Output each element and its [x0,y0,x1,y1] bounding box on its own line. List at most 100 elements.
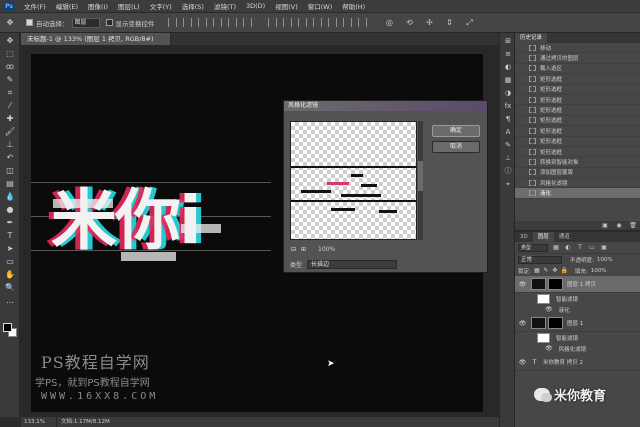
filter-adjustment-icon[interactable]: ◐ [564,244,572,251]
color-panel-icon[interactable]: ◐ [503,63,513,72]
gradient-icon[interactable]: ▤ [3,178,17,189]
tab-3d[interactable]: 3D [515,232,533,242]
3d-slide-icon[interactable]: ⇕ [445,18,455,28]
type-icon[interactable]: T [3,230,17,241]
history-item[interactable]: 矩形选框 [515,95,640,106]
layer-row[interactable]: 👁 图层 1 拷贝 [515,276,640,293]
blur-icon[interactable]: 💧 [3,191,17,202]
filter-eye-icon[interactable]: 👁 [545,306,553,313]
history-item[interactable]: 风格化滤镜 [515,178,640,189]
align-top-icon[interactable] [167,18,177,27]
history-item[interactable]: 矩形选框 [515,74,640,85]
foreground-color-swatch[interactable] [3,323,12,332]
menu-image[interactable]: 图像(I) [83,1,113,11]
history-item[interactable]: 矩形选框 [515,137,640,147]
opacity-value[interactable]: 100% [597,257,613,263]
camera-icon[interactable]: ◉ [615,222,623,229]
filter-pixel-icon[interactable]: ▦ [552,244,560,251]
align-left-icon[interactable] [212,18,222,27]
align-right-icon[interactable] [242,18,252,27]
show-transform-checkbox[interactable] [105,19,113,26]
dodge-icon[interactable]: ● [3,204,17,215]
menu-filter[interactable]: 滤镜(T) [209,1,241,11]
history-item[interactable]: 通过拷贝的图层 [515,53,640,64]
tab-channels[interactable]: 通道 [554,232,575,242]
healing-brush-icon[interactable]: ✚ [3,113,17,124]
layer-row[interactable]: 👁 图层 1 [515,315,640,332]
menu-edit[interactable]: 编辑(E) [51,1,83,11]
filter-type-icon[interactable]: T [576,244,584,251]
filter-type-select[interactable]: 长描边 [307,260,398,269]
3d-roll-icon[interactable]: ⟲ [405,18,415,28]
cancel-button[interactable]: 取消 [432,141,480,153]
auto-align-icon[interactable] [357,18,367,27]
history-item[interactable]: 添加图层蒙版 [515,168,640,179]
distribute-top-icon[interactable] [267,18,277,27]
brush-panel-icon[interactable]: ✎ [503,141,513,150]
history-panel-icon[interactable]: ⊞ [503,37,513,46]
layer-mask-thumbnail[interactable] [548,317,563,329]
blend-mode-select[interactable]: 正常 [518,255,562,264]
filter-smart-icon[interactable]: ▣ [600,244,608,251]
quick-select-icon[interactable]: ✎ [3,74,17,85]
visibility-eye-icon[interactable]: 👁 [518,359,527,366]
filter-eye-icon[interactable]: 👁 [545,345,553,352]
menu-select[interactable]: 选择(S) [177,1,209,11]
visibility-eye-icon[interactable]: 👁 [518,320,527,327]
tab-history[interactable]: 历史记录 [515,33,548,43]
hand-icon[interactable]: ✋ [3,269,17,280]
3d-scale-icon[interactable]: ⤢ [465,18,475,28]
adjustments-panel-icon[interactable]: ◑ [503,89,513,98]
move-icon[interactable]: ✥ [3,35,17,46]
clone-stamp-icon[interactable]: ⊥ [3,139,17,150]
path-select-icon[interactable]: ➤ [3,243,17,254]
menu-type[interactable]: 文字(Y) [145,1,177,11]
eyedropper-icon[interactable]: ⁄ [3,100,17,111]
lock-pixels-icon[interactable]: ▦ [534,267,540,274]
dialog-title[interactable]: 风格化滤镜 [284,101,487,111]
3d-pan-icon[interactable]: ✢ [425,18,435,28]
menu-file[interactable]: 文件(F) [19,1,51,11]
lock-position-icon[interactable]: ✥ [552,267,558,274]
lock-paint-icon[interactable]: ✎ [543,267,549,274]
history-item[interactable]: 转换到智能对象 [515,157,640,168]
marquee-icon[interactable]: ⬚ [3,48,17,59]
align-bottom-icon[interactable] [197,18,207,27]
navigator-panel-icon[interactable]: ⌖ [503,180,513,189]
filter-entry-row[interactable]: 👁 风格化滤镜 [515,343,640,354]
menu-layer[interactable]: 图层(L) [113,1,145,11]
zoom-out-icon[interactable]: ⊟ [290,246,297,253]
history-brush-icon[interactable]: ↶ [3,152,17,163]
distribute-middle-icon[interactable] [282,18,292,27]
history-item[interactable]: 移动 [515,43,640,54]
history-item[interactable]: 矩形选框 [515,126,640,137]
lock-all-icon[interactable]: 🔒 [561,267,568,274]
align-center-icon[interactable] [227,18,237,27]
smart-filter-row[interactable]: 智能滤镜 [515,332,640,343]
lasso-icon[interactable]: ꝏ [3,61,17,72]
history-item[interactable]: 矩形选框 [515,85,640,95]
3d-rotate-icon[interactable]: ◎ [385,18,395,28]
ok-button[interactable]: 确定 [432,125,480,137]
history-item[interactable]: 矩形选框 [515,147,640,158]
history-item[interactable]: 矩形选框 [515,116,640,127]
properties-panel-icon[interactable]: ≡ [503,50,513,59]
preview-scrollbar[interactable] [418,121,423,240]
layer-filter-select[interactable]: 类型 [518,243,548,252]
pen-icon[interactable]: ✒ [3,217,17,228]
align-middle-icon[interactable] [182,18,192,27]
history-item-active[interactable]: 液化 [515,188,640,199]
move-tool-icon[interactable]: ✥ [5,18,15,28]
zoom-icon[interactable]: 🔍 [3,282,17,293]
styles-panel-icon[interactable]: fx [503,102,513,111]
distribute-bottom-icon[interactable] [297,18,307,27]
tab-layers[interactable]: 图层 [532,232,554,242]
layer-row[interactable]: 👁 T 米你教育 拷贝 2 [515,354,640,371]
menu-3d[interactable]: 3D(D) [241,2,270,10]
filter-preview[interactable] [290,121,417,240]
auto-select-dropdown[interactable]: 图层 [71,17,100,28]
brush-icon[interactable]: 🖌 [3,126,17,137]
filter-entry-row[interactable]: 👁 液化 [515,304,640,315]
more-tools-icon[interactable]: … [3,295,17,306]
distribute-center-icon[interactable] [327,18,337,27]
